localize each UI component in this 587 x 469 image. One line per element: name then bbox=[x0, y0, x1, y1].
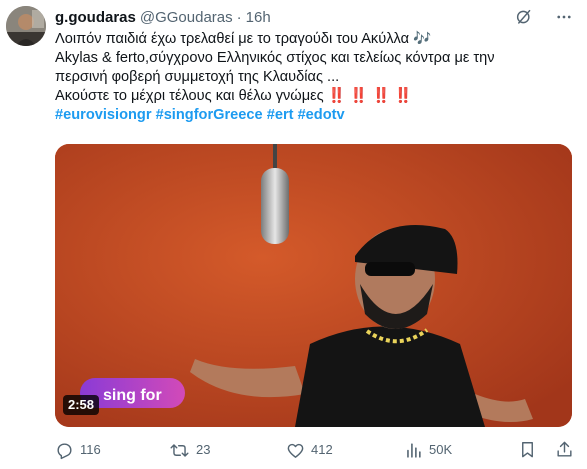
video-duration: 2:58 bbox=[63, 395, 100, 415]
avatar[interactable] bbox=[6, 6, 46, 46]
top-actions bbox=[515, 8, 573, 26]
hashtag-line: #eurovisiongr #singforGreece #ert #edotv bbox=[55, 106, 575, 125]
reply-icon bbox=[57, 442, 72, 459]
tweet-text-line-4: Ακούστε το μέχρι τέλους και θέλω γνώμες … bbox=[55, 88, 413, 104]
hashtag-eurovisiongr[interactable]: #eurovisiongr bbox=[55, 107, 152, 123]
video-frame: sing for bbox=[55, 144, 572, 427]
share-icon bbox=[557, 441, 572, 457]
views-icon bbox=[407, 442, 421, 458]
video-overlay-text: sing for bbox=[103, 387, 162, 404]
tweet-text: Λοιπόν παιδιά έχω τρελαθεί με το τραγούδ… bbox=[55, 30, 575, 125]
retweet-button[interactable]: 23 bbox=[169, 440, 210, 460]
bookmark-button[interactable] bbox=[518, 440, 537, 459]
tweet-text-line-3: περσινή φοβερή συμμετοχή της Κλαυδίας ..… bbox=[55, 69, 340, 85]
separator-dot: · bbox=[236, 9, 242, 26]
display-name[interactable]: g.goudaras bbox=[55, 9, 136, 27]
share-button[interactable] bbox=[555, 440, 574, 459]
tweet: g.goudaras @GGoudaras · 16h Λοιπόν παιδι… bbox=[0, 0, 587, 469]
reply-button[interactable]: 116 bbox=[55, 440, 101, 460]
like-count: 412 bbox=[311, 442, 333, 457]
bookmark-icon bbox=[522, 442, 533, 458]
user-handle[interactable]: @GGoudaras bbox=[140, 9, 233, 27]
views-count: 50K bbox=[429, 442, 453, 457]
tweet-header: g.goudaras @GGoudaras · 16h bbox=[55, 9, 271, 27]
hashtag-edotv[interactable]: #edotv bbox=[298, 107, 345, 123]
action-bar: 116 23 412 50K bbox=[55, 440, 577, 462]
views-button[interactable]: 50K bbox=[404, 440, 452, 460]
more-icon[interactable] bbox=[555, 8, 573, 26]
retweet-count: 23 bbox=[196, 442, 211, 457]
tweet-text-line-1: Λοιπόν παιδιά έχω τρελαθεί με το τραγούδ… bbox=[55, 31, 432, 47]
avatar-image bbox=[6, 6, 46, 46]
like-button[interactable]: 412 bbox=[286, 440, 333, 460]
tweet-text-line-2: Akylas & ferto,σύγχρονο Ελληνικός στίχος… bbox=[55, 50, 495, 66]
video-player[interactable]: sing for 2:58 bbox=[55, 144, 572, 427]
grok-icon[interactable] bbox=[515, 8, 533, 26]
like-icon bbox=[287, 443, 304, 458]
reply-count: 116 bbox=[80, 442, 101, 457]
timestamp[interactable]: 16h bbox=[246, 9, 271, 27]
hashtag-ert[interactable]: #ert bbox=[267, 107, 294, 123]
retweet-icon bbox=[170, 443, 189, 457]
hashtag-singforgreece[interactable]: #singforGreece bbox=[156, 107, 263, 123]
